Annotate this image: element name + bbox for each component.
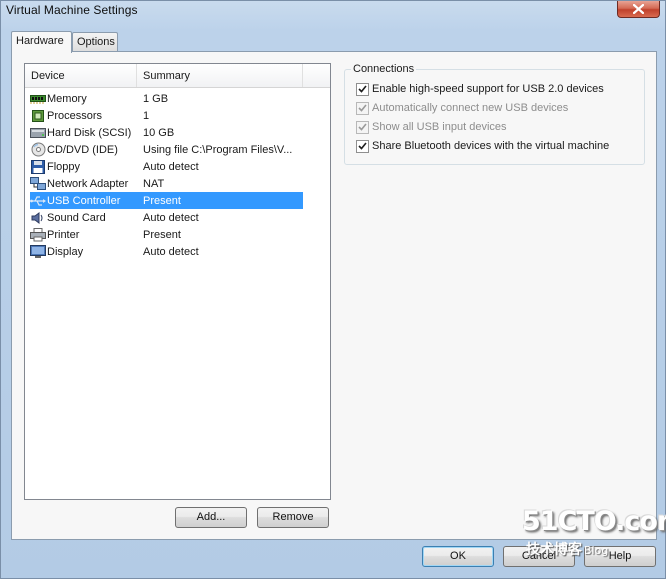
remove-button[interactable]: Remove — [257, 507, 329, 528]
sound-card-icon — [30, 210, 46, 226]
add-button[interactable]: Add... — [175, 507, 247, 528]
network-adapter-icon — [30, 176, 46, 192]
device-summary: Using file C:\Program Files\V... — [143, 143, 293, 156]
option-label: Share Bluetooth devices with the virtual… — [372, 140, 610, 152]
device-name: USB Controller — [47, 194, 121, 207]
device-name: Network Adapter — [47, 177, 129, 190]
connection-option[interactable]: Enable high-speed support for USB 2.0 de… — [356, 81, 604, 97]
option-label: Enable high-speed support for USB 2.0 de… — [372, 83, 604, 95]
device-row[interactable]: Processors 1 — [30, 107, 303, 124]
window-title: Virtual Machine Settings — [6, 3, 138, 17]
connections-label: Connections — [351, 63, 417, 75]
device-summary: 1 — [143, 109, 150, 122]
device-name: Display — [47, 245, 84, 258]
hardware-panel: Device Summary Memory 1 GB Processors 1 Hard… — [11, 51, 657, 540]
checkbox[interactable] — [356, 82, 369, 96]
help-button[interactable]: Help — [584, 546, 656, 567]
close-icon — [633, 4, 644, 14]
title-bar[interactable]: Virtual Machine Settings — [1, 1, 665, 29]
checkmark-icon — [358, 104, 367, 112]
device-summary: Auto detect — [143, 160, 199, 173]
device-row[interactable]: Printer Present — [30, 226, 303, 243]
device-row[interactable]: Network Adapter NAT — [30, 175, 303, 192]
device-summary: 1 GB — [143, 92, 169, 105]
cancel-button[interactable]: Cancel — [503, 546, 575, 567]
memory-icon — [30, 91, 46, 107]
checkmark-icon — [358, 85, 367, 93]
printer-icon — [30, 227, 46, 243]
device-row[interactable]: Sound Card Auto detect — [30, 209, 303, 226]
device-row[interactable]: Hard Disk (SCSI) 10 GB — [30, 124, 303, 141]
checkbox — [356, 101, 369, 115]
device-name: Memory — [47, 92, 87, 105]
device-name: Floppy — [47, 160, 81, 173]
checkbox — [356, 120, 369, 134]
connection-option: Automatically connect new USB devices — [356, 100, 568, 116]
ok-button[interactable]: OK — [422, 546, 494, 567]
device-summary: Auto detect — [143, 211, 199, 224]
checkbox[interactable] — [356, 139, 369, 153]
device-name: Sound Card — [47, 211, 106, 224]
device-row[interactable]: Memory 1 GB — [30, 90, 303, 107]
device-summary: NAT — [143, 177, 165, 190]
list-header: Device Summary — [25, 64, 330, 88]
usb-icon — [30, 193, 46, 209]
device-summary: Auto detect — [143, 245, 199, 258]
connection-option: Show all USB input devices — [356, 119, 507, 135]
device-row[interactable]: USB Controller Present — [30, 192, 303, 209]
connections-group: Connections Enable high-speed support fo… — [344, 63, 645, 165]
option-label: Show all USB input devices — [372, 121, 507, 133]
device-name: Printer — [47, 228, 80, 241]
connection-option[interactable]: Share Bluetooth devices with the virtual… — [356, 138, 609, 154]
device-summary: Present — [143, 194, 181, 207]
column-header-summary[interactable]: Summary — [137, 64, 303, 87]
tab-options[interactable]: Options — [72, 32, 118, 52]
device-summary: 10 GB — [143, 126, 175, 139]
device-name: Hard Disk (SCSI) — [47, 126, 132, 139]
settings-window: Virtual Machine Settings Hardware Option… — [0, 0, 666, 579]
device-row[interactable]: Floppy Auto detect — [30, 158, 303, 175]
device-summary: Present — [143, 228, 181, 241]
checkmark-icon — [358, 123, 367, 131]
device-row[interactable]: CD/DVD (IDE) Using file C:\Program Files\… — [30, 141, 303, 158]
processor-icon — [30, 108, 46, 124]
device-name: Processors — [47, 109, 103, 122]
device-name: CD/DVD (IDE) — [47, 143, 118, 156]
column-header-device[interactable]: Device — [25, 64, 137, 87]
option-label: Automatically connect new USB devices — [372, 102, 569, 114]
cd-dvd-icon — [30, 142, 46, 158]
close-button[interactable] — [617, 1, 660, 18]
checkmark-icon — [358, 142, 367, 150]
tab-hardware[interactable]: Hardware — [11, 31, 72, 53]
display-icon — [30, 244, 46, 260]
hard-disk-icon — [30, 125, 46, 141]
floppy-icon — [30, 159, 46, 175]
device-list[interactable]: Device Summary Memory 1 GB Processors 1 Hard… — [24, 63, 331, 500]
device-row[interactable]: Display Auto detect — [30, 243, 303, 260]
